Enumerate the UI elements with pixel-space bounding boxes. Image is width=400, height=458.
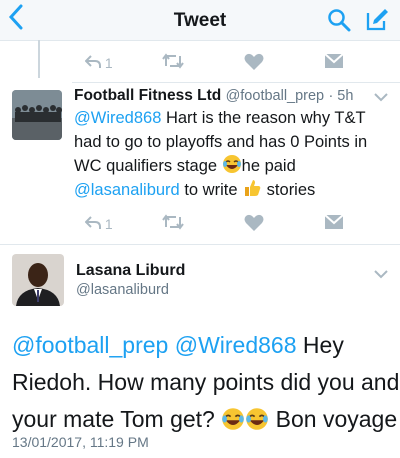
retweet-icon[interactable] [162, 53, 184, 73]
laughing-emoji-icon [246, 408, 269, 430]
laughing-emoji-icon [222, 155, 241, 173]
tweet-text-line: to write [179, 181, 243, 199]
author-handle[interactable]: @lasanaliburd [76, 282, 169, 298]
reply-count: 1 [104, 55, 113, 71]
mention-link[interactable]: @lasanaliburd [74, 181, 180, 199]
like-icon[interactable] [244, 214, 264, 234]
chevron-down-icon[interactable] [374, 266, 388, 284]
reply-button[interactable]: 1 [84, 53, 113, 73]
tweet-header: Football Fitness Ltd @football_prep · 5h [74, 86, 394, 106]
author-name[interactable]: Football Fitness Ltd [74, 87, 221, 104]
tweet-text-line: Hey [296, 332, 344, 358]
search-icon[interactable] [327, 8, 351, 37]
thumbs-up-emoji-icon [245, 180, 261, 196]
mention-link[interactable]: @Wired868 [74, 109, 161, 127]
mention-link[interactable]: @Wired868 [175, 332, 297, 358]
tweet-text-line: WC qualifiers stage [74, 157, 222, 175]
chevron-down-icon[interactable] [374, 89, 388, 107]
direct-message-icon[interactable] [324, 214, 344, 234]
tweet-text-line: he paid [241, 157, 296, 175]
avatar[interactable] [12, 254, 64, 306]
tweet-text-line: Bon voyage [269, 406, 398, 432]
tweet-text: @football_prep @Wired868 Hey Riedoh. How… [12, 327, 400, 438]
tweet-actions: 1 [0, 214, 400, 234]
tweet-text-line: Hart is the reason why T&T [161, 109, 366, 127]
reply-count: 1 [104, 216, 113, 232]
laughing-emoji-icon [222, 408, 245, 430]
divider [72, 82, 400, 83]
avatar[interactable] [12, 90, 62, 140]
tweet-text-line: stories [262, 181, 316, 199]
tweet-text-line: your mate Tom get? [12, 406, 222, 432]
previous-tweet-actions: 1 [0, 53, 400, 73]
tweet-time: · 5h [328, 88, 354, 104]
tweet-text: @Wired868 Hart is the reason why T&T had… [74, 106, 396, 202]
tweet-text-line: Riedoh. How many points did you and [12, 369, 400, 395]
nav-bar: Tweet [0, 0, 400, 41]
direct-message-icon[interactable] [324, 53, 344, 73]
retweet-icon[interactable] [162, 214, 184, 234]
author-name[interactable]: Lasana Liburd [76, 262, 185, 280]
like-icon[interactable] [244, 53, 264, 73]
mention-link[interactable]: @football_prep [12, 332, 168, 358]
divider [0, 244, 400, 245]
author-handle[interactable]: @football_prep [226, 88, 325, 104]
tweet-text-line: had to go to playoffs and has 0 Points i… [74, 133, 368, 151]
tweet-timestamp: 13/01/2017, 11:19 PM [12, 434, 149, 450]
reply-button[interactable]: 1 [84, 214, 113, 234]
compose-icon[interactable] [364, 7, 390, 38]
